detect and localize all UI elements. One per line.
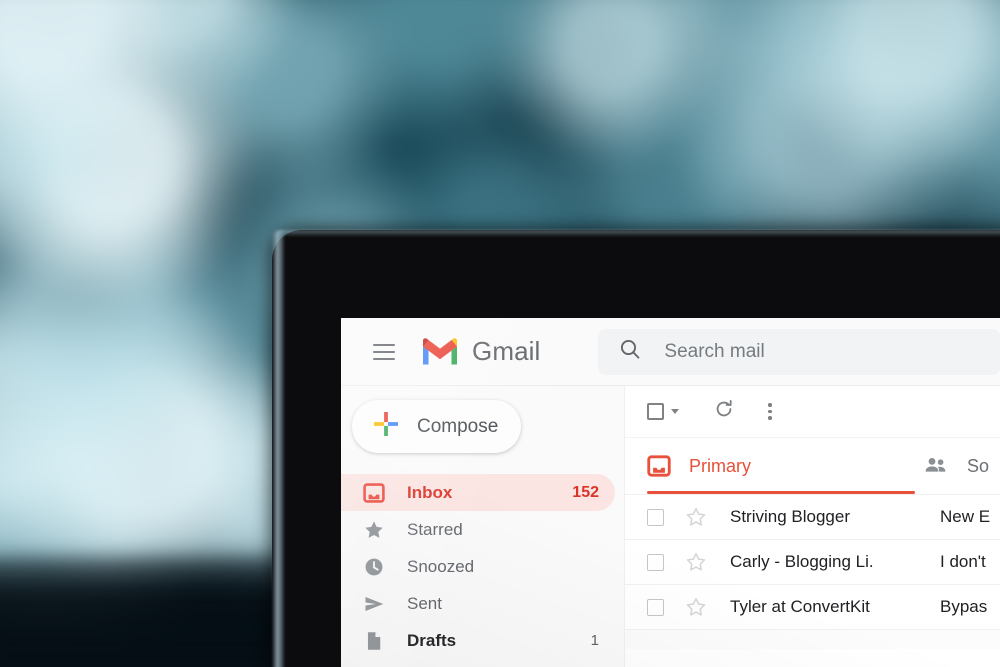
row-checkbox[interactable] (647, 553, 664, 571)
clock-icon (363, 556, 389, 578)
background-dark-foreground-band (0, 556, 310, 667)
sidebar-item-drafts[interactable]: Drafts 1 (341, 622, 615, 659)
star-outline-icon[interactable] (685, 596, 707, 618)
mail-sender: Striving Blogger (730, 507, 851, 526)
sidebar-nav-list: Inbox 152 Starred Snoozed Sent Drafts 1 (341, 474, 624, 659)
search-mail-box[interactable]: Search mail (598, 328, 1000, 375)
gmail-top-bar: Gmail Search mail (341, 318, 1000, 386)
sidebar-item-label: Starred (407, 519, 463, 539)
plus-icon (372, 410, 400, 443)
gmail-m-logo-icon (421, 337, 459, 366)
table-row[interactable]: Striving Blogger New E (625, 494, 1000, 539)
sidebar-item-snoozed[interactable]: Snoozed (341, 548, 615, 585)
category-tab-strip: Primary So (625, 438, 1000, 494)
table-row[interactable]: Carly - Blogging Li. I don't (625, 539, 1000, 584)
select-all-checkbox[interactable] (647, 403, 679, 420)
sidebar-item-label: Drafts (407, 630, 457, 650)
more-options-button[interactable] (768, 403, 772, 420)
mail-sender: Tyler at ConvertKit (730, 597, 870, 616)
laptop-edge-highlight (272, 230, 284, 667)
sidebar-item-label: Inbox (407, 482, 453, 502)
gmail-wordmark: Gmail (472, 336, 541, 366)
compose-label: Compose (417, 415, 499, 437)
people-icon (923, 454, 949, 478)
mail-toolbar (625, 386, 1000, 438)
table-row[interactable]: Tyler at ConvertKit Bypas (625, 584, 1000, 629)
row-checkbox[interactable] (647, 598, 664, 616)
mail-sender: Carly - Blogging Li. (730, 552, 874, 571)
gmail-screen: Gmail Search mail Compose Inbox 152 Star… (341, 318, 1000, 667)
mail-subject: Bypas (940, 597, 988, 616)
star-icon (363, 519, 389, 541)
sidebar-item-count: 152 (572, 483, 599, 501)
tab-active-underline (647, 491, 915, 494)
laptop-top-edge-highlight (272, 230, 1000, 237)
row-checkbox[interactable] (647, 508, 664, 526)
draft-icon (363, 630, 389, 652)
sidebar-item-starred[interactable]: Starred (341, 511, 615, 548)
tab-social-label: So (967, 455, 990, 476)
search-input[interactable]: Search mail (664, 341, 764, 363)
inbox-icon (363, 482, 389, 504)
gmail-sidebar: Compose Inbox 152 Starred Snoozed Sent D… (341, 386, 624, 667)
gmail-logo: Gmail (421, 336, 540, 367)
sidebar-item-sent[interactable]: Sent (341, 585, 615, 622)
sidebar-item-count: 1 (590, 632, 599, 649)
tab-primary-label: Primary (689, 455, 751, 476)
sidebar-item-inbox[interactable]: Inbox 152 (341, 474, 615, 511)
send-icon (363, 593, 389, 615)
mail-subject: I don't (940, 552, 986, 571)
compose-button[interactable]: Compose (352, 400, 521, 453)
sidebar-item-label: Sent (407, 593, 442, 613)
gmail-body: Compose Inbox 152 Starred Snoozed Sent D… (341, 386, 1000, 667)
photo-stage: Gmail Search mail Compose Inbox 152 Star… (0, 0, 1000, 667)
inbox-icon (647, 454, 671, 478)
star-outline-icon[interactable] (685, 506, 707, 528)
checkbox-icon (647, 403, 664, 420)
tab-social[interactable]: So (915, 438, 989, 494)
gmail-mail-list-pane: Primary So Striving Blogger New E Carly … (624, 386, 1000, 667)
sidebar-item-label: Snoozed (407, 556, 475, 576)
star-outline-icon[interactable] (685, 551, 707, 573)
refresh-button[interactable] (713, 398, 735, 425)
hamburger-menu-icon[interactable] (373, 343, 395, 360)
table-row-partial[interactable] (625, 629, 1000, 649)
search-icon (618, 337, 642, 366)
mail-subject: New E (940, 507, 991, 526)
tab-primary[interactable]: Primary (625, 438, 915, 494)
chevron-down-icon[interactable] (671, 409, 679, 414)
